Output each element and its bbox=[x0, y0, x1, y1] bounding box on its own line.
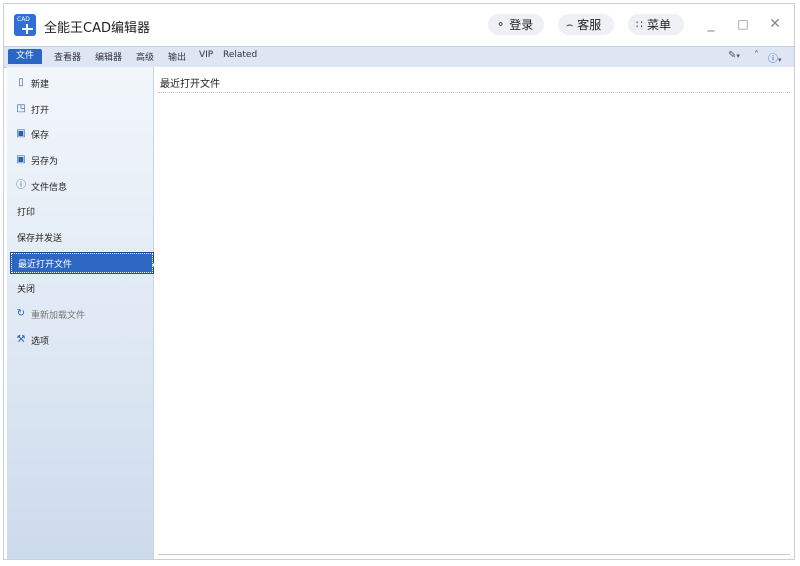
menu-item-label: 最近打开文件 bbox=[18, 259, 73, 270]
recent-files-panel: 最近打开文件 bbox=[154, 67, 794, 559]
menu-item-open[interactable]: ◳ 打开 bbox=[11, 99, 151, 119]
collapse-ribbon-button[interactable]: ˄ bbox=[754, 50, 759, 61]
menu-item-save-and-send[interactable]: 保存并发送 bbox=[11, 227, 151, 247]
open-folder-icon: ◳ bbox=[16, 103, 26, 114]
menu-item-file-info[interactable]: ⓘ 文件信息 bbox=[11, 176, 151, 196]
reload-icon: ↻ bbox=[16, 308, 26, 319]
menu-button[interactable]: ∷ 菜单 bbox=[628, 14, 684, 35]
style-dropdown-button[interactable]: ✎▾ bbox=[728, 50, 740, 61]
service-label: 客服 bbox=[577, 18, 602, 32]
grid-icon: ∷ bbox=[636, 18, 643, 31]
app-logo-text: CAD bbox=[17, 16, 30, 23]
chevron-down-icon: ▾ bbox=[736, 52, 740, 60]
service-button[interactable]: ⌢ 客服 bbox=[558, 14, 614, 35]
maximize-icon: □ bbox=[737, 17, 749, 31]
menu-item-reload-file[interactable]: ↻ 重新加载文件 bbox=[11, 304, 151, 324]
tab-file[interactable]: 文件 bbox=[8, 49, 43, 64]
close-button[interactable]: ✕ bbox=[766, 15, 784, 33]
new-file-icon: ▯ bbox=[18, 77, 24, 88]
menu-item-recent-files[interactable]: 最近打开文件 bbox=[10, 252, 154, 274]
menu-item-label: 打开 bbox=[31, 105, 50, 116]
tab-viewer[interactable]: 查看器 bbox=[54, 50, 81, 63]
menu-item-print[interactable]: 打印 bbox=[11, 201, 151, 221]
menu-item-label: 关闭 bbox=[17, 284, 36, 295]
menu-item-label: 保存并发送 bbox=[17, 233, 63, 244]
maximize-button[interactable]: □ bbox=[734, 15, 752, 33]
minimize-button[interactable]: _ bbox=[702, 15, 720, 33]
login-button[interactable]: ⚬ 登录 bbox=[488, 14, 544, 35]
menu-item-label: 另存为 bbox=[31, 156, 59, 167]
divider bbox=[158, 554, 790, 555]
ribbon-tab-bar: 文件 查看器 编辑器 高级 输出 VIP Related ✎▾ ˄ ⓘ▾ bbox=[4, 46, 794, 68]
menu-item-label: 打印 bbox=[17, 207, 36, 218]
file-info-icon: ⓘ bbox=[16, 180, 26, 191]
tab-related[interactable]: Related bbox=[223, 50, 257, 60]
app-logo: CAD bbox=[14, 14, 36, 36]
help-icon: ⓘ bbox=[768, 54, 778, 65]
menu-item-close[interactable]: 关闭 bbox=[11, 278, 151, 298]
menu-item-new[interactable]: ▯ 新建 bbox=[11, 73, 151, 93]
tab-advanced[interactable]: 高级 bbox=[136, 50, 154, 63]
menu-item-label: 保存 bbox=[31, 130, 50, 141]
menu-label: 菜单 bbox=[647, 18, 672, 32]
save-as-icon: ▣ bbox=[16, 154, 26, 165]
headset-icon: ⌢ bbox=[566, 17, 574, 31]
user-icon: ⚬ bbox=[496, 18, 506, 31]
panel-title: 最近打开文件 bbox=[160, 79, 220, 90]
menu-item-save[interactable]: ▣ 保存 bbox=[11, 124, 151, 144]
chevron-down-icon: ▾ bbox=[778, 56, 782, 64]
login-label: 登录 bbox=[509, 18, 534, 32]
menu-item-label: 文件信息 bbox=[31, 182, 68, 193]
menu-item-save-as[interactable]: ▣ 另存为 bbox=[11, 150, 151, 170]
close-icon: ✕ bbox=[769, 16, 781, 32]
help-button[interactable]: ⓘ▾ bbox=[768, 50, 782, 65]
app-window: CAD 全能王CAD编辑器 ⚬ 登录 ⌢ 客服 ∷ 菜单 _ □ ✕ 文件 查看… bbox=[3, 3, 795, 560]
chevron-up-icon: ˄ bbox=[754, 50, 759, 61]
tab-editor[interactable]: 编辑器 bbox=[95, 50, 122, 63]
menu-item-label: 新建 bbox=[31, 79, 50, 90]
menu-item-label: 重新加载文件 bbox=[31, 310, 86, 321]
divider bbox=[158, 92, 790, 93]
menu-item-label: 选项 bbox=[31, 336, 50, 347]
menu-item-options[interactable]: ⚒ 选项 bbox=[11, 330, 151, 350]
wrench-icon: ⚒ bbox=[16, 334, 26, 345]
tab-output[interactable]: 输出 bbox=[168, 50, 186, 63]
minimize-icon: _ bbox=[707, 16, 715, 32]
tab-vip[interactable]: VIP bbox=[199, 50, 213, 60]
app-title: 全能王CAD编辑器 bbox=[44, 21, 150, 36]
save-icon: ▣ bbox=[16, 128, 26, 139]
title-bar: CAD 全能王CAD编辑器 ⚬ 登录 ⌢ 客服 ∷ 菜单 _ □ ✕ bbox=[4, 4, 794, 46]
file-menu-sidebar: ▯ 新建 ◳ 打开 ▣ 保存 ▣ 另存为 ⓘ 文件信息 打印 保存并发送 最近打… bbox=[7, 67, 158, 559]
